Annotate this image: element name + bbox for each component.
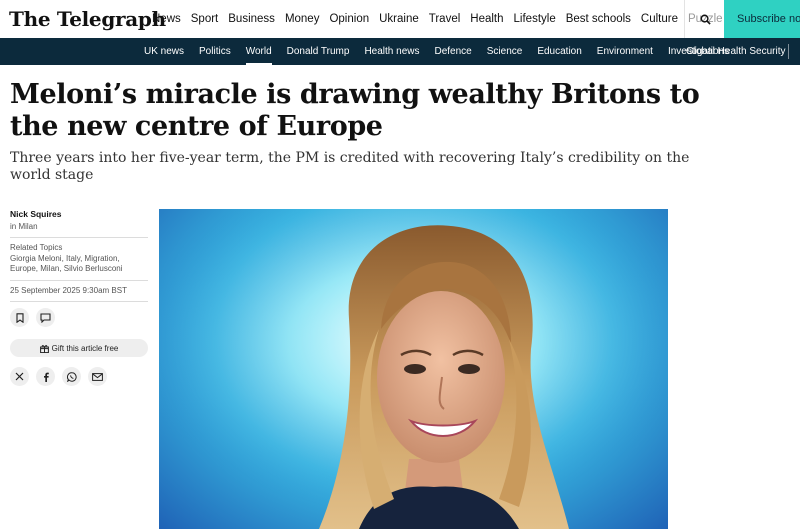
nav-news[interactable]: News: [152, 13, 181, 25]
share-whatsapp-button[interactable]: [62, 367, 81, 386]
save-button[interactable]: [10, 308, 29, 327]
nav-sport[interactable]: Sport: [191, 13, 219, 25]
email-icon: [92, 372, 103, 381]
share-facebook-button[interactable]: [36, 367, 55, 386]
subnav-global-health[interactable]: Global Health Security: [686, 38, 789, 65]
publish-date: 25 September 2025 9:30am BST: [10, 286, 127, 295]
article-sidebar: Nick Squires in Milan Related Topics Gio…: [10, 209, 148, 386]
sidebar-divider: [10, 237, 148, 238]
bookmark-icon: [15, 312, 24, 323]
author-name[interactable]: Nick Squires: [10, 209, 148, 219]
gift-article-label: Gift this article free: [51, 343, 119, 353]
article-hero-image: [159, 209, 668, 529]
masthead: The Telegraph News Sport Business Money …: [0, 0, 800, 39]
facebook-icon: [43, 372, 49, 382]
sidebar-divider: [10, 280, 148, 281]
main-nav: News Sport Business Money Opinion Ukrain…: [152, 0, 733, 38]
gift-article-button[interactable]: Gift this article free: [10, 339, 148, 357]
subnav-uk-news[interactable]: UK news: [144, 46, 184, 57]
nav-ukraine[interactable]: Ukraine: [379, 13, 419, 25]
portrait-illustration: [159, 209, 668, 529]
comment-icon: [40, 312, 51, 323]
subnav-health-news[interactable]: Health news: [364, 46, 419, 57]
subnav-defence[interactable]: Defence: [434, 46, 471, 57]
sidebar-divider: [10, 301, 148, 302]
share-row: [10, 367, 148, 386]
nav-opinion[interactable]: Opinion: [329, 13, 369, 25]
whatsapp-icon: [66, 371, 77, 382]
article-headline: Meloni’s miracle is drawing wealthy Brit…: [10, 79, 700, 142]
subnav-divider: [788, 44, 789, 59]
share-email-button[interactable]: [88, 367, 107, 386]
gift-icon: [39, 344, 49, 353]
nav-money[interactable]: Money: [285, 13, 320, 25]
nav-travel[interactable]: Travel: [429, 13, 461, 25]
search-icon: [700, 14, 711, 25]
subnav-donald-trump[interactable]: Donald Trump: [287, 46, 350, 57]
author-location: in Milan: [10, 222, 38, 231]
nav-business[interactable]: Business: [228, 13, 275, 25]
subnav-items: UK news Politics World Donald Trump Heal…: [144, 38, 744, 65]
telegraph-logo[interactable]: The Telegraph: [9, 7, 166, 31]
nav-health[interactable]: Health: [470, 13, 503, 25]
nav-lifestyle[interactable]: Lifestyle: [514, 13, 556, 25]
comments-button[interactable]: [36, 308, 55, 327]
article-standfirst: Three years into her five-year term, the…: [10, 150, 690, 183]
nav-best-schools[interactable]: Best schools: [566, 13, 631, 25]
subnav-education[interactable]: Education: [537, 46, 581, 57]
subnav-environment[interactable]: Environment: [597, 46, 653, 57]
related-topics-list[interactable]: Giorgia Meloni, Italy, Migration, Europe…: [10, 254, 148, 274]
search-button[interactable]: [684, 0, 726, 38]
related-topics-label: Related Topics: [10, 243, 63, 252]
subscribe-button[interactable]: Subscribe now: [724, 0, 800, 38]
subnav-world[interactable]: World: [245, 46, 272, 65]
share-x-button[interactable]: [10, 367, 29, 386]
subnav-science[interactable]: Science: [487, 46, 523, 57]
subnav-politics[interactable]: Politics: [199, 46, 231, 57]
subnav-global-health-label: Global Health Security: [686, 46, 786, 57]
x-icon: [15, 372, 24, 381]
nav-culture[interactable]: Culture: [641, 13, 678, 25]
save-comment-row: [10, 308, 148, 327]
section-subnav: UK news Politics World Donald Trump Heal…: [0, 38, 800, 65]
